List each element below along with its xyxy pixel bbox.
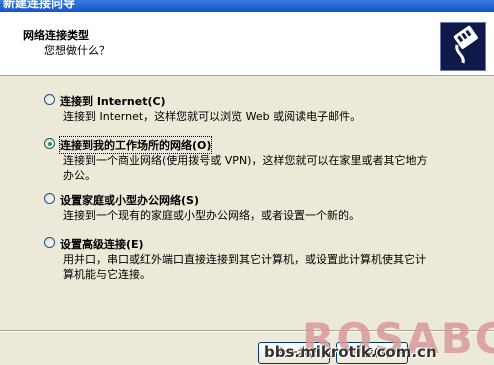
radio-internet[interactable] — [44, 94, 55, 105]
option-label[interactable]: 设置家庭或小型办公网络(S) — [60, 192, 199, 208]
window-title: 新建连接向导 — [3, 0, 76, 10]
page-subtitle: 您想做什么？ — [44, 44, 110, 57]
wizard-header: 网络连接类型 您想做什么？ — [0, 12, 494, 76]
network-cable-icon — [440, 22, 486, 71]
watermark-url: bbs.mikrotik.com.cn — [264, 343, 437, 361]
radio-workplace[interactable] — [44, 138, 55, 149]
title-bar: 新建连接向导 — [0, 0, 494, 12]
option-label[interactable]: 连接到我的工作场所的网络(O) — [58, 136, 213, 154]
option-label[interactable]: 设置高级连接(E) — [60, 236, 144, 252]
radio-advanced[interactable] — [44, 237, 55, 248]
option-description: 连接到 Internet，这样您就可以浏览 Web 或阅读电子邮件。 — [63, 110, 362, 123]
radio-selected-dot — [47, 141, 52, 146]
option-description: 用并口，串口或红外端口直接连接到其它计算机，或设置此计算机使其它计算机能与它连接… — [63, 253, 426, 281]
radio-home-network[interactable] — [44, 193, 55, 204]
option-label[interactable]: 连接到 Internet(C) — [60, 93, 166, 109]
option-description: 连接到一个商业网络(使用拨号或 VPN)，这样您就可以在家里或者其它地方办公。 — [63, 154, 428, 182]
option-description: 连接到一个现有的家庭或小型办公网络，或者设置一个新的。 — [63, 209, 360, 222]
page-title: 网络连接类型 — [23, 29, 89, 42]
